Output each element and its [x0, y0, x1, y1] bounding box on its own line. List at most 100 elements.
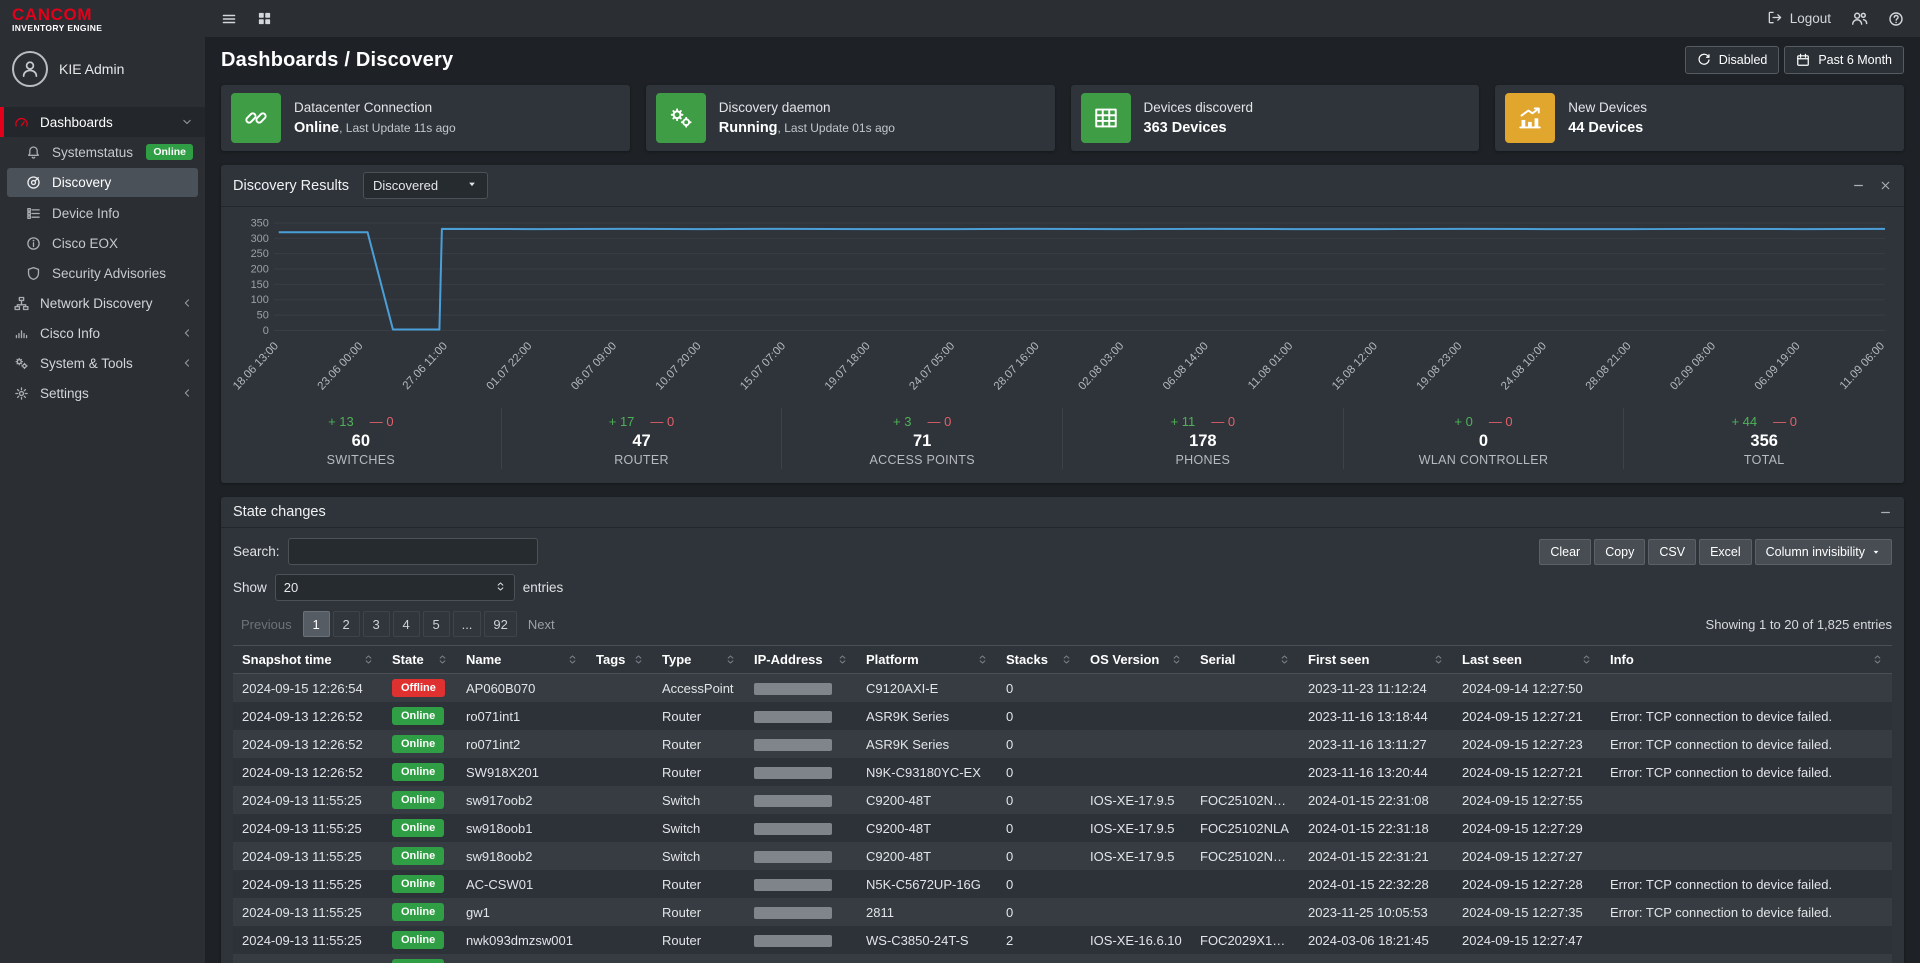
brand-logo[interactable]: CANCOM INVENTORY ENGINE: [0, 0, 205, 37]
network-icon: [14, 296, 29, 311]
table-cell: FOC2333W081: [1191, 954, 1299, 963]
sidebar-item-device-info[interactable]: Device Info: [0, 198, 205, 228]
table-cell: 2024-01-15 22:32:28: [1299, 870, 1453, 898]
svg-text:24.08 10:00: 24.08 10:00: [1499, 340, 1549, 392]
column-header-name[interactable]: Name: [457, 646, 587, 674]
table-cell: Error: TCP connection to device failed.: [1601, 758, 1892, 786]
table-row[interactable]: 2024-09-13 11:55:25Onlinenwk097lansw004R…: [233, 954, 1892, 963]
pagination-page-5[interactable]: 5: [423, 611, 450, 637]
table-cell: FOC25102NM0: [1191, 842, 1299, 870]
avatar: [12, 51, 48, 87]
table-cell: FOC25102NLA: [1191, 814, 1299, 842]
table-row[interactable]: 2024-09-13 11:55:25Onlinegw1Router281102…: [233, 898, 1892, 926]
table-cell: IOS-XE-17.9.5: [1081, 842, 1191, 870]
sort-icon: [837, 654, 848, 665]
table-cell: AC-CSW01: [457, 870, 587, 898]
column-header-os-version[interactable]: OS Version: [1081, 646, 1191, 674]
stat-count: 356: [1624, 432, 1904, 451]
svg-text:0: 0: [263, 325, 269, 337]
sidebar-item-cisco-eox[interactable]: Cisco EOX: [0, 228, 205, 258]
table-row[interactable]: 2024-09-13 12:26:52Onlinero071int2Router…: [233, 730, 1892, 758]
minimize-panel-button[interactable]: [1852, 179, 1865, 192]
users-button[interactable]: [1851, 10, 1868, 27]
sidebar-item-cisco-info[interactable]: Cisco Info: [0, 318, 205, 348]
shield-icon: [24, 266, 43, 281]
column-header-tags[interactable]: Tags: [587, 646, 653, 674]
ip-cell: [745, 898, 857, 926]
table-row[interactable]: 2024-09-13 11:55:25Onlinenwk093dmzsw001R…: [233, 926, 1892, 954]
disabled-button[interactable]: Disabled: [1685, 46, 1780, 74]
search-input[interactable]: [288, 538, 538, 565]
help-button[interactable]: [1888, 11, 1904, 27]
table-cell: sw918oob2: [457, 842, 587, 870]
column-header-last-seen[interactable]: Last seen: [1453, 646, 1601, 674]
column-header-state[interactable]: State: [383, 646, 457, 674]
pagination-page-92[interactable]: 92: [484, 611, 516, 637]
table-row[interactable]: 2024-09-13 11:55:25Onlinesw917oob2Switch…: [233, 786, 1892, 814]
sidebar-item-systemstatus[interactable]: SystemstatusOnline: [0, 137, 205, 167]
sidebar-item-dashboards[interactable]: Dashboards: [0, 107, 205, 137]
table-row[interactable]: 2024-09-13 12:26:52Onlinero071int1Router…: [233, 702, 1892, 730]
pagination-page-3[interactable]: 3: [363, 611, 390, 637]
clear-button[interactable]: Clear: [1539, 539, 1591, 565]
column-header-info[interactable]: Info: [1601, 646, 1892, 674]
pagination-next[interactable]: Next: [520, 611, 563, 637]
discovery-filter-select[interactable]: Discovered: [363, 172, 488, 199]
close-panel-button[interactable]: [1879, 179, 1892, 192]
excel-button[interactable]: Excel: [1699, 539, 1752, 565]
sidebar-item-settings[interactable]: Settings: [0, 378, 205, 408]
svg-text:15.07 07:00: 15.07 07:00: [738, 340, 788, 392]
column-label: Tags: [596, 652, 625, 667]
pagination-page-4[interactable]: 4: [393, 611, 420, 637]
table-cell: ro071int2: [457, 730, 587, 758]
table-cell: Router: [653, 870, 745, 898]
table-cell: [587, 758, 653, 786]
panel-title: Discovery Results: [233, 178, 349, 194]
sidebar-item-network-discovery[interactable]: Network Discovery: [0, 288, 205, 318]
svg-text:28.07 16:00: 28.07 16:00: [992, 340, 1042, 392]
column-header-type[interactable]: Type: [653, 646, 745, 674]
table-cell: [1191, 758, 1299, 786]
apps-grid-button[interactable]: [257, 11, 272, 26]
sidebar-item-discovery[interactable]: Discovery: [7, 168, 198, 197]
column-header-platform[interactable]: Platform: [857, 646, 997, 674]
column-header-serial[interactable]: Serial: [1191, 646, 1299, 674]
table-row[interactable]: 2024-09-15 12:26:54OfflineAP060B070Acces…: [233, 674, 1892, 703]
sync-icon: [1697, 53, 1711, 67]
pagination-row: Previous12345...92Next Showing 1 to 20 o…: [233, 611, 1892, 637]
copy-button[interactable]: Copy: [1594, 539, 1645, 565]
redacted-ip: [754, 851, 832, 863]
table-cell: [587, 898, 653, 926]
column-label: Type: [662, 652, 691, 667]
table-cell: 2811: [857, 898, 997, 926]
pagination-page-1[interactable]: 1: [303, 611, 330, 637]
table-row[interactable]: 2024-09-13 12:26:52OnlineSW918X201Router…: [233, 758, 1892, 786]
removed-count: — 0: [1773, 414, 1797, 429]
sidebar-item-system-tools[interactable]: System & Tools: [0, 348, 205, 378]
pagination-previous[interactable]: Previous: [233, 611, 300, 637]
csv-button[interactable]: CSV: [1648, 539, 1696, 565]
table-row[interactable]: 2024-09-13 11:55:25Onlinesw918oob2Switch…: [233, 842, 1892, 870]
past-6-month-button[interactable]: Past 6 Month: [1784, 46, 1904, 74]
table-cell: [587, 842, 653, 870]
device-stat-total: + 44— 0356TOTAL: [1623, 408, 1904, 469]
svg-text:18.06 13:00: 18.06 13:00: [233, 340, 281, 392]
minimize-panel-button[interactable]: [1879, 506, 1892, 519]
table-row[interactable]: 2024-09-13 11:55:25OnlineAC-CSW01RouterN…: [233, 870, 1892, 898]
menu-toggle-button[interactable]: [221, 11, 237, 27]
table-row[interactable]: 2024-09-13 11:55:25Onlinesw918oob1Switch…: [233, 814, 1892, 842]
table-cell: 2024-03-06 18:21:45: [1299, 926, 1453, 954]
page-length-select[interactable]: 20: [275, 574, 515, 601]
table-cell: [1081, 730, 1191, 758]
column-header-ip-address[interactable]: IP-Address: [745, 646, 857, 674]
column-header-snapshot-time[interactable]: Snapshot time: [233, 646, 383, 674]
sidebar-item-security-advisories[interactable]: Security Advisories: [0, 258, 205, 288]
column-visibility-button[interactable]: Column invisibility: [1755, 539, 1892, 565]
table-cell: 2024-09-13 11:55:25: [233, 870, 383, 898]
column-header-first-seen[interactable]: First seen: [1299, 646, 1453, 674]
pagination-page-[interactable]: ...: [453, 611, 482, 637]
pagination-page-2[interactable]: 2: [333, 611, 360, 637]
table-cell: [1081, 758, 1191, 786]
logout-button[interactable]: Logout: [1767, 10, 1831, 28]
column-header-stacks[interactable]: Stacks: [997, 646, 1081, 674]
